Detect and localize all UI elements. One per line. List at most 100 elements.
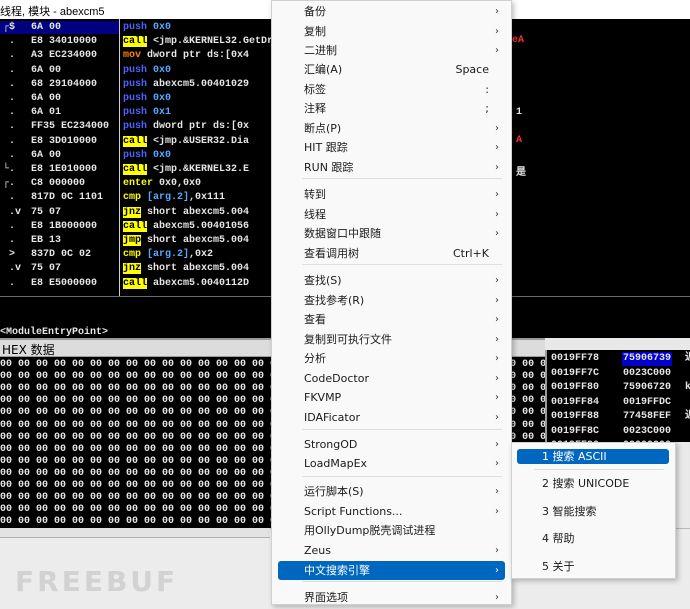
opcode-bytes: 75 07 bbox=[31, 263, 62, 275]
menu-item[interactable]: 二进制 › bbox=[278, 41, 505, 60]
menu-item[interactable]: RUN 跟踪 › bbox=[278, 158, 505, 177]
branch-marker: . bbox=[3, 192, 16, 204]
menu-item-label: LoadMapEx bbox=[304, 457, 368, 470]
instruction: push 0x1 bbox=[123, 107, 172, 119]
menu-item[interactable]: 查看 › bbox=[278, 310, 505, 329]
stack-row[interactable]: 0019FF88 77458FEF 近 bbox=[547, 410, 690, 424]
chevron-right-icon: › bbox=[495, 6, 499, 17]
menu-item[interactable]: IDAFicator › bbox=[278, 408, 505, 427]
instruction: jmp short abexcm5.004 bbox=[123, 235, 250, 246]
chevron-right-icon: › bbox=[495, 412, 499, 423]
instruction: push 0x0 bbox=[123, 149, 172, 161]
menu-item-label: 查看调用树 bbox=[304, 247, 359, 260]
menu-item-label: CodeDoctor bbox=[304, 372, 369, 385]
chevron-right-icon: › bbox=[495, 486, 499, 497]
menu-item[interactable]: 备份 › bbox=[278, 2, 505, 21]
menu-item[interactable]: 注释; bbox=[278, 99, 505, 118]
menu-item[interactable]: 复制 › bbox=[278, 22, 505, 41]
menu-shortcut: ; bbox=[485, 102, 489, 115]
opcode-bytes: E8 1B000000 bbox=[31, 220, 98, 232]
menu-item-label: 断点(P) bbox=[304, 122, 342, 135]
menu-item-label: 注释 bbox=[304, 102, 326, 115]
menu-item[interactable]: 转到 › bbox=[278, 185, 505, 204]
opcode-bytes: 75 07 bbox=[31, 206, 62, 218]
chevron-right-icon: › bbox=[495, 123, 499, 134]
branch-marker: ┌$ bbox=[3, 22, 16, 33]
instruction: push 0x0 bbox=[123, 64, 172, 76]
stack-row[interactable]: 0019FF8C 0023C000 bbox=[547, 425, 690, 439]
opcode-bytes: FF35 EC234000 bbox=[31, 121, 110, 133]
menu-shortcut: : bbox=[485, 83, 489, 96]
stack-value: 77458FEF bbox=[623, 411, 672, 422]
menu-item-label: 标签 bbox=[304, 83, 326, 96]
cpu-right-fragment: eA bbox=[512, 35, 525, 46]
menu-item-label: Script Functions... bbox=[304, 505, 403, 518]
menu-item[interactable]: 中文搜索引擎 › bbox=[278, 561, 505, 580]
opcode-bytes: E8 3D010000 bbox=[31, 135, 98, 147]
instruction: cmp [arg.2],0x111 bbox=[123, 192, 226, 204]
instruction: call abexcm5.00401056 bbox=[123, 220, 250, 232]
chevron-right-icon: › bbox=[495, 373, 499, 384]
instruction: push abexcm5.00401029 bbox=[123, 78, 250, 90]
menu-separator bbox=[302, 476, 502, 477]
branch-marker: . bbox=[3, 135, 16, 147]
menu-item[interactable]: LoadMapEx › bbox=[278, 454, 505, 473]
opcode-bytes: 837D 0C 02 bbox=[31, 249, 92, 261]
branch-marker: .v bbox=[3, 206, 22, 218]
menu-item[interactable]: HIT 跟踪 › bbox=[278, 138, 505, 157]
menu-separator bbox=[302, 178, 502, 179]
menu-item[interactable]: StrongOD › bbox=[278, 435, 505, 454]
menu-item[interactable]: 界面选项 › bbox=[278, 588, 505, 607]
instruction: jnz short abexcm5.004 bbox=[123, 263, 250, 275]
menu-item-label: 复制到可执行文件 bbox=[304, 333, 392, 346]
menu-item[interactable]: CodeDoctor › bbox=[278, 369, 505, 388]
stack-address: 0019FF78 bbox=[551, 353, 600, 364]
menu-item[interactable]: 用OllyDump脱壳调试进程 bbox=[278, 521, 505, 540]
stack-row[interactable]: 0019FF80 75906720 k bbox=[547, 381, 690, 395]
menu-shortcut: Space bbox=[455, 63, 489, 76]
stack-row[interactable]: 0019FF7C 0023C000 bbox=[547, 367, 690, 381]
opcode-bytes: 817D 0C 1101 bbox=[31, 192, 104, 204]
stack-address: 0019FF8C bbox=[551, 425, 600, 437]
cpu-right-fragment: 1 bbox=[516, 107, 523, 118]
opcode-bytes: C8 000000 bbox=[31, 178, 86, 190]
menu-item[interactable]: 断点(P) › bbox=[278, 119, 505, 138]
stack-row[interactable]: 0019FF84 0019FFDC bbox=[547, 396, 690, 410]
menu-separator bbox=[302, 429, 502, 430]
menu-item[interactable]: 查看调用树 Ctrl+K bbox=[278, 244, 505, 263]
menu-separator bbox=[302, 264, 502, 265]
menu-item[interactable]: Script Functions... › bbox=[278, 502, 505, 521]
menu-item-label: StrongOD bbox=[304, 438, 358, 451]
chevron-right-icon: › bbox=[495, 458, 499, 469]
menu-item[interactable]: 分析 › bbox=[278, 349, 505, 368]
submenu-item[interactable]: 4 帮助 bbox=[517, 531, 669, 546]
submenu-item[interactable]: 3 智能搜索 bbox=[517, 504, 669, 519]
chevron-right-icon: › bbox=[495, 314, 499, 325]
submenu-item[interactable]: 1 搜索 ASCII bbox=[517, 449, 669, 464]
menu-item[interactable]: 复制到可执行文件 › bbox=[278, 330, 505, 349]
instruction: call <jmp.&USER32.Dia bbox=[123, 135, 250, 147]
branch-marker: . bbox=[3, 149, 16, 161]
watermark-logo: FREEBUF bbox=[15, 565, 179, 598]
menu-item[interactable]: 数据窗口中跟随 › bbox=[278, 224, 505, 243]
stack-pane[interactable]: 0019FF7875906739近0019FF7C0023C0000019FF8… bbox=[545, 350, 690, 442]
menu-item[interactable]: 查找(S) › bbox=[278, 271, 505, 290]
menu-item[interactable]: 运行脚本(S) › bbox=[278, 482, 505, 501]
menu-item[interactable]: Zeus › bbox=[278, 541, 505, 560]
menu-item-label: 查找(S) bbox=[304, 274, 342, 287]
menu-item[interactable]: 标签: bbox=[278, 80, 505, 99]
submenu-item[interactable]: 5 关于 bbox=[517, 559, 669, 574]
opcode-bytes: 6A 00 bbox=[31, 64, 62, 76]
submenu-item[interactable]: 2 搜索 UNICODE bbox=[517, 476, 669, 491]
menu-item[interactable]: 查找参考(R) › bbox=[278, 291, 505, 310]
menu-item[interactable]: FKVMP › bbox=[278, 388, 505, 407]
instruction: push 0x0 bbox=[123, 22, 172, 33]
submenu-separator bbox=[534, 469, 664, 470]
branch-marker: . bbox=[3, 121, 16, 133]
stack-row[interactable]: 0019FF78 75906739 近 bbox=[547, 352, 690, 366]
stack-address: 0019FF84 bbox=[551, 396, 600, 408]
menu-item[interactable]: 汇编(A) Space bbox=[278, 60, 505, 79]
chevron-right-icon: › bbox=[495, 275, 499, 286]
horizontal-scrollbar[interactable] bbox=[0, 528, 270, 538]
menu-item[interactable]: 线程 › bbox=[278, 205, 505, 224]
